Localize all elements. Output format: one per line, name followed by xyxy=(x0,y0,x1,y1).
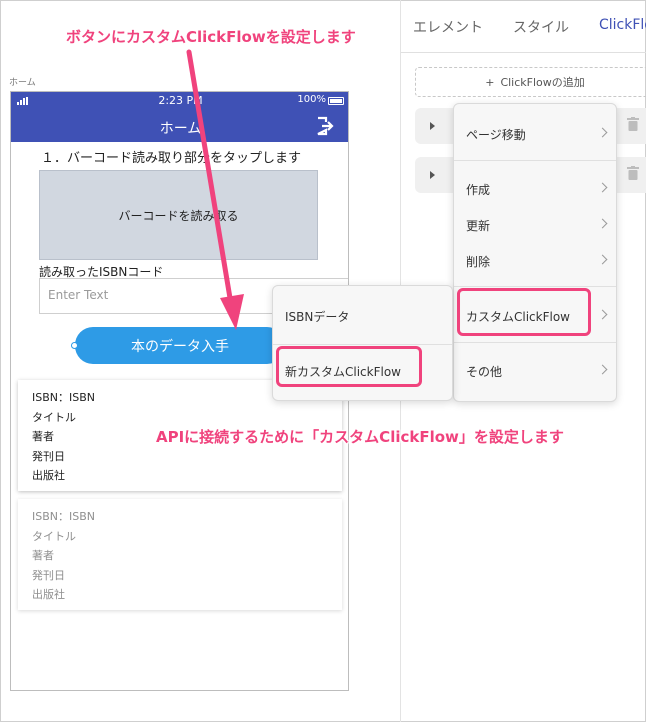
tab-clickflow[interactable]: ClickFlo xyxy=(599,17,646,33)
caret-right-icon[interactable] xyxy=(430,122,435,130)
card-field-title: タイトル xyxy=(32,529,76,543)
add-clickflow-label: ClickFlowの追加 xyxy=(500,76,585,89)
chevron-right-icon xyxy=(597,364,608,375)
chevron-right-icon xyxy=(597,254,608,265)
annotation-top: ボタンにカスタムClickFlowを設定します xyxy=(66,28,356,46)
menu-divider xyxy=(454,286,616,287)
tab-element[interactable]: エレメント xyxy=(413,17,483,37)
card-field-author: 著者 xyxy=(32,549,54,562)
card-field-isbn: ISBN：ISBN xyxy=(32,510,96,523)
menu-divider xyxy=(273,344,452,345)
barcode-scan-area[interactable]: バーコードを読み取る xyxy=(39,170,318,260)
card-field-date: 発刊日 xyxy=(32,568,65,582)
tab-bar-line xyxy=(401,52,646,53)
card-field-title: タイトル xyxy=(32,410,76,424)
annotation-arrow-icon xyxy=(186,49,244,330)
menu-item-label: その他 xyxy=(466,365,503,379)
menu-item-label: 削除 xyxy=(466,255,491,269)
menu-item-create[interactable]: 作成 xyxy=(454,181,616,198)
chevron-right-icon xyxy=(597,127,608,138)
highlight-custom-clickflow xyxy=(457,288,591,336)
highlight-new-custom-clickflow xyxy=(276,346,422,387)
logout-icon[interactable] xyxy=(316,116,334,136)
menu-item-page-navigation[interactable]: ページ移動 xyxy=(454,126,616,143)
plus-icon: + xyxy=(485,75,495,89)
menu-item-label: 更新 xyxy=(466,219,491,233)
battery-percent: 100% xyxy=(297,94,326,105)
menu-divider xyxy=(454,160,616,161)
menu-item-label: 作成 xyxy=(466,183,491,197)
annotation-bottom: APIに接続するために「カスタムClickFlow」を設定します xyxy=(156,428,564,446)
chevron-right-icon xyxy=(597,182,608,193)
action-menu: ページ移動 作成 更新 削除 カスタムClickFlow その他 xyxy=(453,103,617,402)
fetch-button-label: 本のデータ入手 xyxy=(131,338,229,355)
caret-right-icon[interactable] xyxy=(430,171,435,179)
menu-item-label: ページ移動 xyxy=(466,128,526,142)
trash-icon[interactable] xyxy=(627,117,639,131)
add-clickflow-button[interactable]: + ClickFlowの追加 xyxy=(415,67,646,97)
menu-item-update[interactable]: 更新 xyxy=(454,217,616,234)
menu-item-delete[interactable]: 削除 xyxy=(454,253,616,270)
screen-label: ホーム xyxy=(9,78,36,88)
submenu-item-isbn-data[interactable]: ISBNデータ xyxy=(273,308,452,325)
step-instruction: １．バーコード読み取り部分をタップします xyxy=(41,151,302,166)
trash-icon[interactable] xyxy=(627,166,639,180)
card-field-publisher: 出版社 xyxy=(32,588,65,601)
selection-handle[interactable] xyxy=(71,342,78,349)
chevron-right-icon xyxy=(597,309,608,320)
book-card: ISBN：ISBN タイトル 著者 発刊日 出版社 xyxy=(18,499,342,610)
battery-icon xyxy=(328,97,344,105)
menu-divider xyxy=(454,342,616,343)
card-field-date: 発刊日 xyxy=(32,449,65,463)
card-field-publisher: 出版社 xyxy=(32,469,65,482)
menu-item-other[interactable]: その他 xyxy=(454,363,616,380)
tab-style[interactable]: スタイル xyxy=(513,17,569,37)
chevron-right-icon xyxy=(597,218,608,229)
